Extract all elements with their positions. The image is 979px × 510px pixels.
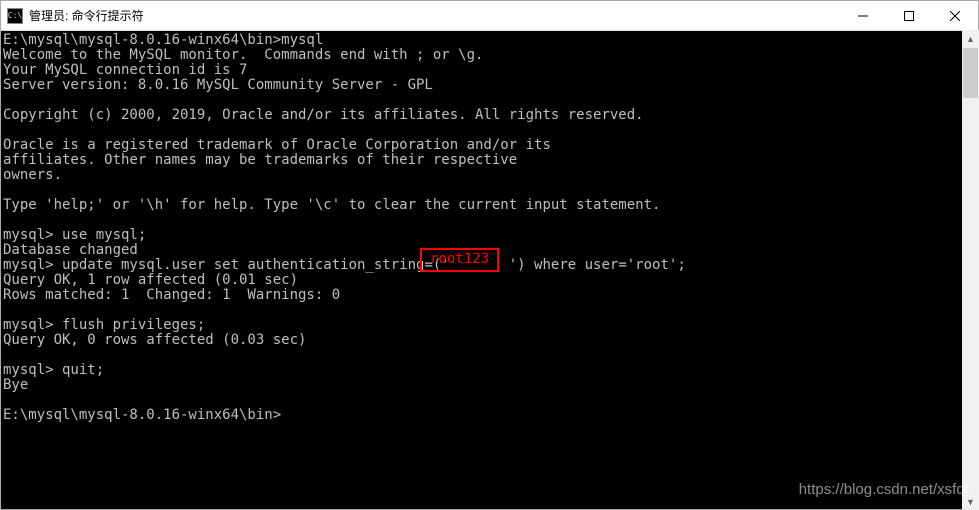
cmd-window: C:\ 管理员: 命令行提示符 E:\mysql\mysql-8.0.16-wi… — [0, 0, 979, 510]
vertical-scrollbar[interactable]: ▲ ▼ — [962, 30, 979, 510]
terminal[interactable]: E:\mysql\mysql-8.0.16-winx64\bin>mysql W… — [1, 31, 978, 509]
scroll-thumb[interactable] — [963, 48, 978, 98]
maximize-button[interactable] — [886, 1, 932, 30]
masked-password: ******* — [450, 257, 509, 273]
minimize-icon — [858, 11, 868, 21]
scroll-down-arrow-icon[interactable]: ▼ — [962, 493, 979, 510]
app-icon: C:\ — [7, 8, 23, 24]
minimize-button[interactable] — [840, 1, 886, 30]
maximize-icon — [904, 11, 914, 21]
window-title: 管理员: 命令行提示符 — [29, 7, 144, 24]
scroll-up-arrow-icon[interactable]: ▲ — [962, 30, 979, 47]
titlebar[interactable]: C:\ 管理员: 命令行提示符 — [1, 1, 978, 31]
close-icon — [950, 11, 960, 21]
window-controls — [840, 1, 978, 30]
terminal-output: E:\mysql\mysql-8.0.16-winx64\bin>mysql W… — [3, 33, 978, 423]
close-button[interactable] — [932, 1, 978, 30]
